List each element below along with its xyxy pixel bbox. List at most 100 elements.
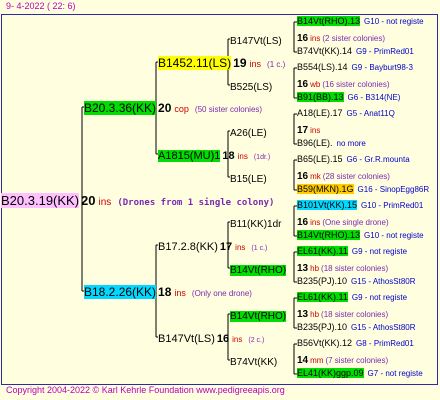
leaf-9: B65(LE).15 G6 - Gr.R.mounta xyxy=(297,150,410,166)
leaf-name: B235(PJ).10 xyxy=(297,276,348,286)
node-name: B14Vt(RHO) xyxy=(230,311,287,322)
leaf-info: no more xyxy=(336,139,366,148)
leaf-info: G15 - AthosSt80R xyxy=(351,277,416,286)
leaf-20: B235(PJ).10 G15 - AthosSt80R xyxy=(297,318,416,334)
leaf-name: B56Vt(KK).12 xyxy=(297,338,353,348)
node-suffix: ins xyxy=(174,288,186,298)
node-p2: B18.2.26(KK) 18 ins (Only one drone) xyxy=(84,284,252,300)
leaf-12: B101Vt(KK).15 G10 - PrimRed01 xyxy=(297,196,423,212)
copyright-footer: Copyright 2004-2022 © Karl Kehrle Founda… xyxy=(6,385,285,395)
node-p2a2: B14Vt(RHO) xyxy=(230,261,287,277)
node-note: (2 c.) xyxy=(248,337,265,344)
node-name: B20.3.36(KK) xyxy=(84,101,157,115)
node-suffix: ins xyxy=(98,197,112,208)
leaf-info: G6 - B314(NE) xyxy=(347,93,401,102)
node-note: (1dr.) xyxy=(253,154,271,161)
node-count: 20 xyxy=(81,193,96,208)
node-name: B525(LS) xyxy=(230,82,273,93)
leaf-name: B554(LS).14 xyxy=(297,62,348,72)
node-p1b1: A26(LE) xyxy=(230,124,267,140)
node-name: B147Vt(LS) xyxy=(158,333,215,345)
leaf-14: B14Vt(RHO).13 G10 - not registe xyxy=(297,226,424,242)
node-p1a2: B525(LS) xyxy=(230,78,272,94)
leaf-info: G16 - SinopEgg86R xyxy=(357,185,430,194)
leaf-21: B56Vt(KK).12 G8 - PrimRed01 xyxy=(297,334,414,350)
node-p1: B20.3.36(KK) 20 cop (50 sister colonies) xyxy=(84,100,262,116)
leaf-info: G9 - PrimRed01 xyxy=(356,47,414,56)
node-name: B18.2.26(KK) xyxy=(84,285,157,299)
leaf-info: G10 - not registe xyxy=(364,231,424,240)
leaf-name: EL41(KK)ggp.09 xyxy=(297,368,364,378)
leaf-18: EL61(KK).11 G9 - not registe xyxy=(297,288,407,304)
node-suffix: ins xyxy=(249,59,262,69)
node-note: (Only one drone) xyxy=(191,289,252,298)
node-name: B20.3.19(KK) xyxy=(1,193,80,208)
leaf-15: EL61(KK).11 G9 - not registe xyxy=(297,242,407,258)
leaf-info: G9 - not registe xyxy=(351,247,408,256)
node-root: B20.3.19(KK) 20 ins (Drones from 1 single c… xyxy=(1,193,274,209)
leaf-info: G5 - Anat11Q xyxy=(346,109,395,118)
leaf-name: B101Vt(KK).15 xyxy=(297,200,358,210)
node-suffix: ins xyxy=(232,335,243,344)
node-name: B17.2.8(KK) xyxy=(158,241,218,253)
node-name: B11(KK)1dr xyxy=(230,219,282,230)
leaf-6: A18(LE).17 G5 - Anat11Q xyxy=(297,104,395,120)
node-note: (1 c.) xyxy=(251,245,268,252)
leaf-info: G6 - Gr.R.mounta xyxy=(346,155,410,164)
leaf-name: EL61(KK).11 xyxy=(297,292,348,302)
node-name: A1815(MU)1 xyxy=(158,150,221,162)
node-p2b: B147Vt(LS) 16 ins (2 c.) xyxy=(158,330,264,346)
node-name: B147Vt(LS) xyxy=(230,36,282,47)
leaf-info: G7 - not registe xyxy=(367,369,423,378)
leaf-2: B74Vt(KK).14 G9 - PrimRed01 xyxy=(297,42,414,58)
node-count: 16 xyxy=(216,333,230,345)
node-p1b: A1815(MU)1 18 ins (1dr.) xyxy=(158,147,270,163)
leaf-info: G10 - not registe xyxy=(364,17,424,26)
leaf-11: B59(MKN).1G G16 - SinopEgg86R xyxy=(297,180,429,196)
leaf-name: A18(LE).17 xyxy=(297,108,343,118)
node-p2b2: B74Vt(KK) xyxy=(230,353,277,369)
leaf-name: B96(LE). xyxy=(297,138,333,148)
node-p1a1: B147Vt(LS) xyxy=(230,32,282,48)
node-suffix: cop xyxy=(174,104,189,114)
node-count: 20 xyxy=(158,101,172,115)
node-p1a: B1452.11(LS) 19 ins (1 c.) xyxy=(158,55,285,71)
node-name: B1452.11(LS) xyxy=(158,56,232,70)
leaf-info: G10 - PrimRed01 xyxy=(361,201,424,210)
node-count: 17 xyxy=(219,241,233,253)
leaf-5: B91(BB).13 G6 - B314(NE) xyxy=(297,88,400,104)
leaf-name: B14Vt(RHO).13 xyxy=(297,16,361,26)
node-count: 18 xyxy=(222,150,235,162)
leaf-name: B59(MKN).1G xyxy=(297,184,354,194)
node-p1b2: B15(LE) xyxy=(230,170,267,186)
node-note: (Drones from 1 single colony) xyxy=(117,198,275,208)
node-name: B15(LE) xyxy=(230,174,267,185)
leaf-name: B74Vt(KK).14 xyxy=(297,46,353,56)
node-count: 18 xyxy=(158,285,172,299)
node-note: (1 c.) xyxy=(267,60,286,69)
node-name: B14Vt(RHO) xyxy=(230,265,287,276)
node-suffix: ins xyxy=(235,243,246,252)
node-note: (50 sister colonies) xyxy=(194,105,263,114)
leaf-name: EL61(KK).11 xyxy=(297,246,348,256)
leaf-name: B91(BB).13 xyxy=(297,92,344,102)
node-suffix: ins xyxy=(237,152,248,161)
node-p2a: B17.2.8(KK) 17 ins (1 c.) xyxy=(158,238,267,254)
leaf-info: G8 - PrimRed01 xyxy=(356,339,414,348)
leaf-23: EL41(KK)ggp.09 G7 - not registe xyxy=(297,364,423,380)
leaf-8: B96(LE). no more xyxy=(297,134,366,150)
leaf-info: G9 - Bayburt98-3 xyxy=(351,63,413,72)
leaf-name: B14Vt(RHO).13 xyxy=(297,230,361,240)
leaf-info: G15 - AthosSt80R xyxy=(351,323,416,332)
leaf-0: B14Vt(RHO).13 G10 - not registe xyxy=(297,12,424,28)
leaf-17: B235(PJ).10 G15 - AthosSt80R xyxy=(297,272,416,288)
node-p2b1: B14Vt(RHO) xyxy=(230,307,287,323)
node-name: B74Vt(KK) xyxy=(230,357,278,368)
node-count: 19 xyxy=(233,56,247,70)
node-p2a1: B11(KK)1dr xyxy=(230,215,282,231)
node-name: A26(LE) xyxy=(230,128,267,139)
leaf-name: B235(PJ).10 xyxy=(297,322,348,332)
leaf-name: B65(LE).15 xyxy=(297,154,343,164)
leaf-info: G9 - not registe xyxy=(351,293,408,302)
leaf-3: B554(LS).14 G9 - Bayburt98-3 xyxy=(297,58,413,74)
